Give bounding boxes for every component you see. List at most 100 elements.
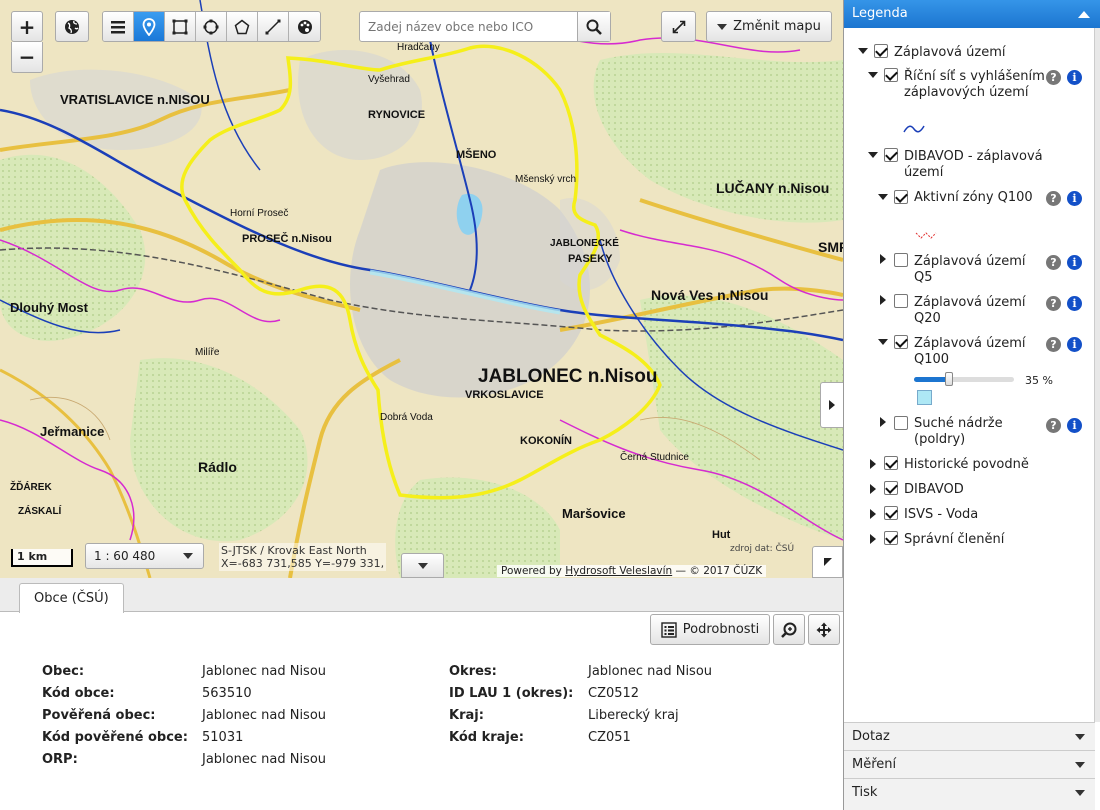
print-panel-header[interactable]: Tisk: [844, 778, 1095, 810]
search-button[interactable]: [577, 12, 610, 41]
help-icon[interactable]: ?: [1046, 296, 1061, 311]
map-label: KOKONÍN: [520, 434, 572, 447]
layer-checkbox[interactable]: [884, 481, 898, 495]
expand-toggle[interactable]: [870, 484, 876, 494]
field-row: Kód kraje: CZ051: [449, 727, 712, 749]
map-label: JABLONECKÉ: [550, 236, 619, 249]
circle-tool-button[interactable]: [196, 12, 227, 41]
move-icon: [816, 622, 832, 637]
info-icon[interactable]: i: [1067, 337, 1082, 352]
layer-checkbox[interactable]: [894, 294, 908, 308]
pin-tool-button[interactable]: [134, 12, 165, 41]
info-icon[interactable]: i: [1067, 296, 1082, 311]
help-icon[interactable]: ?: [1046, 418, 1061, 433]
layers-list-button[interactable]: [103, 12, 134, 41]
query-panel-header[interactable]: Dotaz: [844, 722, 1095, 750]
coordinate-dropdown-button[interactable]: [401, 553, 444, 578]
line-tool-button[interactable]: [258, 12, 289, 41]
data-source-note: zdroj dat: ČSÚ: [730, 544, 795, 554]
help-icon[interactable]: ?: [1046, 255, 1061, 270]
layer-checkbox[interactable]: [894, 190, 908, 204]
field-row: Obec: Jablonec nad Nisou: [42, 661, 326, 683]
search-input[interactable]: [360, 12, 577, 41]
layer-label: Aktivní zóny Q100: [914, 190, 1033, 205]
field-row: ORP: Jablonec nad Nisou: [42, 749, 326, 771]
info-panel: Obce (ČSÚ) Podrobnosti Obec: Jablonec nad…: [0, 578, 843, 810]
expand-toggle[interactable]: [878, 194, 888, 200]
layer-checkbox[interactable]: [884, 456, 898, 470]
polygon-tool-button[interactable]: [227, 12, 258, 41]
expand-toggle[interactable]: [870, 534, 876, 544]
change-map-button[interactable]: Změnit mapu: [706, 11, 832, 42]
layer-checkbox[interactable]: [894, 416, 908, 430]
legend-title: Legenda: [852, 6, 908, 21]
layer-checkbox[interactable]: [884, 506, 898, 520]
zoom-in-button[interactable]: +: [11, 11, 43, 42]
field-row: Kód obce: 563510: [42, 683, 326, 705]
expand-toggle[interactable]: [870, 459, 876, 469]
expand-toggle[interactable]: [858, 48, 868, 54]
map-canvas[interactable]: VRATISLAVICE n.NISOU RYNOVICE MŠENO JABL…: [0, 0, 843, 578]
field-key: Okres:: [449, 664, 497, 679]
layer-label: Správní členění: [904, 532, 1005, 547]
scale-select[interactable]: 1 : 60 480: [85, 543, 204, 569]
collapse-corner-button[interactable]: [812, 546, 843, 578]
measure-panel-header[interactable]: Měření: [844, 750, 1095, 778]
expand-toggle[interactable]: [880, 295, 886, 305]
tab-obce[interactable]: Obce (ČSÚ): [19, 583, 124, 613]
map-label: Hut: [712, 529, 731, 541]
layer-checkbox[interactable]: [884, 68, 898, 82]
expand-toggle[interactable]: [878, 339, 888, 345]
info-icon[interactable]: i: [1067, 418, 1082, 433]
zoom-to-feature-button[interactable]: [773, 614, 805, 645]
right-fields: Okres: Jablonec nad Nisou ID LAU 1 (okres…: [449, 661, 712, 749]
layer-label: Říční síť s vyhlášením záplavových území: [904, 69, 1045, 100]
map-label: Vyšehrad: [368, 74, 410, 85]
field-value: Liberecký kraj: [588, 708, 679, 723]
rectangle-tool-button[interactable]: [165, 12, 196, 41]
layer-checkbox[interactable]: [884, 531, 898, 545]
field-key: Kraj:: [449, 708, 484, 723]
opacity-slider-handle[interactable]: [945, 372, 953, 386]
globe-icon: [65, 19, 79, 34]
layer-checkbox[interactable]: [874, 44, 888, 58]
legend-header[interactable]: Legenda: [844, 0, 1100, 28]
layer-label: Suché nádrže (poldry): [914, 416, 1003, 447]
expand-toggle[interactable]: [868, 152, 878, 158]
zoom-out-button[interactable]: −: [11, 42, 43, 73]
info-icon[interactable]: i: [1067, 70, 1082, 85]
layer-label: DIBAVOD - záplavová území: [904, 149, 1043, 180]
expand-toggle[interactable]: [868, 72, 878, 78]
map-label: JABLONEC n.Nisou: [478, 366, 657, 387]
layer-checkbox[interactable]: [894, 253, 908, 267]
active-zone-symbol-icon: [915, 232, 937, 239]
expand-toggle[interactable]: [880, 254, 886, 264]
expand-toggle[interactable]: [870, 509, 876, 519]
map-label: Dobrá Voda: [380, 412, 433, 423]
powered-link[interactable]: Hydrosoft Veleslavín: [565, 565, 672, 577]
info-icon[interactable]: i: [1067, 191, 1082, 206]
measure-label: Měření: [852, 757, 897, 772]
help-icon[interactable]: ?: [1046, 191, 1061, 206]
help-icon[interactable]: ?: [1046, 70, 1061, 85]
layer-checkbox[interactable]: [884, 148, 898, 162]
globe-button[interactable]: [55, 11, 89, 42]
zoom-in-label: +: [18, 14, 36, 39]
legend-scrollbar[interactable]: [1095, 28, 1100, 722]
zoom-out-label: −: [18, 45, 36, 69]
layer-checkbox[interactable]: [894, 335, 908, 349]
palette-button[interactable]: [289, 12, 320, 41]
map-view[interactable]: VRATISLAVICE n.NISOU RYNOVICE MŠENO JABL…: [0, 0, 843, 578]
field-row: Okres: Jablonec nad Nisou: [449, 661, 712, 683]
fullscreen-button[interactable]: [661, 11, 696, 42]
details-button[interactable]: Podrobnosti: [650, 614, 770, 645]
info-icon[interactable]: i: [1067, 255, 1082, 270]
help-icon[interactable]: ?: [1046, 337, 1061, 352]
expand-panel-button[interactable]: [820, 382, 843, 428]
pan-to-feature-button[interactable]: [808, 614, 840, 645]
attribution: Powered by Hydrosoft Veleslavín — © 2017…: [497, 565, 767, 577]
field-key: ORP:: [42, 752, 78, 767]
expand-toggle[interactable]: [880, 417, 886, 427]
opacity-slider[interactable]: [914, 372, 1014, 386]
legend-panel: Legenda Záplavová území Říční síť s vyhl…: [843, 0, 1100, 810]
